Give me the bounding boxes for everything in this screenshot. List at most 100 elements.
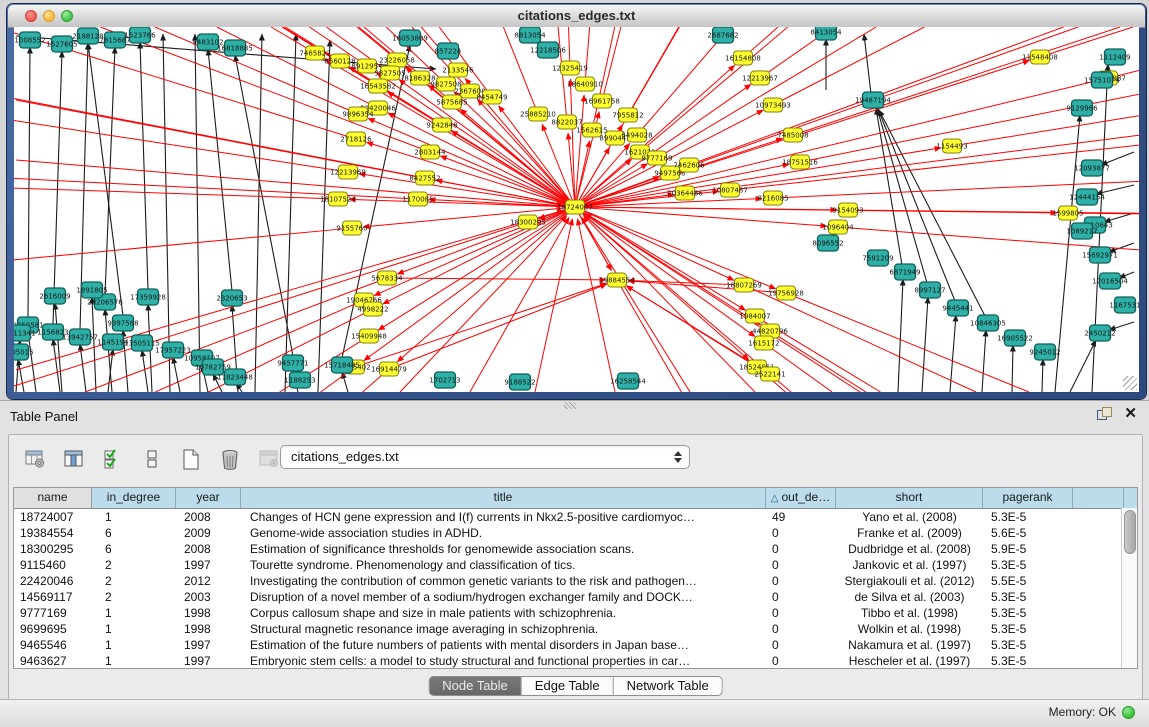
- table-cell[interactable]: 14569117: [14, 589, 92, 605]
- table-row[interactable]: 1456911722003Disruption of a novel membe…: [14, 589, 1137, 605]
- table-cell[interactable]: 6: [92, 525, 176, 541]
- table-cell[interactable]: 5.3E-5: [983, 653, 1073, 669]
- table-cell[interactable]: Disruption of a novel member of a sodium…: [241, 589, 766, 605]
- table-cell[interactable]: 22420046: [14, 573, 92, 589]
- table-cell[interactable]: 2012: [176, 573, 241, 589]
- table-cell[interactable]: 5.3E-5: [983, 637, 1073, 653]
- row-height-button[interactable]: [140, 446, 164, 472]
- table-cell[interactable]: 49: [766, 509, 836, 525]
- close-panel-button[interactable]: ✕: [1124, 407, 1137, 420]
- table-cell[interactable]: 1: [92, 637, 176, 653]
- split-handle[interactable]: [564, 402, 576, 409]
- table-row[interactable]: 977716911998Corpus callosum shape and si…: [14, 605, 1137, 621]
- table-cell[interactable]: Stergiakouli et al. (2012): [836, 573, 983, 589]
- table-cell[interactable]: 1997: [176, 557, 241, 573]
- table-cell[interactable]: 9699695: [14, 621, 92, 637]
- table-row[interactable]: 946554611997Estimation of the future num…: [14, 637, 1137, 653]
- table-cell[interactable]: Investigating the contribution of common…: [241, 573, 766, 589]
- graph-canvas[interactable]: 1872400774658228560128891295423226058982…: [14, 27, 1139, 392]
- table-cell[interactable]: 2008: [176, 541, 241, 557]
- table-cell[interactable]: 5.3E-5: [983, 589, 1073, 605]
- table-cell[interactable]: 5.3E-5: [983, 509, 1073, 525]
- table-cell[interactable]: 0: [766, 525, 836, 541]
- table-cell[interactable]: 5.5E-5: [983, 573, 1073, 589]
- memory-indicator[interactable]: Memory: OK: [1049, 705, 1135, 719]
- delete-rows-button[interactable]: [218, 446, 242, 472]
- table-cell[interactable]: 9465546: [14, 637, 92, 653]
- table-cell[interactable]: 0: [766, 541, 836, 557]
- table-cell[interactable]: Structural magnetic resonance image aver…: [241, 621, 766, 637]
- table-select[interactable]: citations_edges.txt: [280, 445, 690, 469]
- table-cell[interactable]: 1998: [176, 621, 241, 637]
- table-cell[interactable]: 9463627: [14, 653, 92, 669]
- table-row[interactable]: 946362711997Embryonic stem cells: a mode…: [14, 653, 1137, 669]
- table-cell[interactable]: Hescheler et al. (1997): [836, 653, 983, 669]
- new-table-button[interactable]: [179, 446, 203, 472]
- column-header-in_degree[interactable]: in_degree: [92, 488, 176, 508]
- table-cell[interactable]: 0: [766, 573, 836, 589]
- table-cell[interactable]: Changes of HCN gene expression and I(f) …: [241, 509, 766, 525]
- column-header-name[interactable]: name: [14, 488, 92, 508]
- table-cell[interactable]: Nakamura et al. (1997): [836, 637, 983, 653]
- column-header-title[interactable]: title: [241, 488, 766, 508]
- table-cell[interactable]: 1997: [176, 637, 241, 653]
- table-cell[interactable]: 0: [766, 557, 836, 573]
- float-panel-button[interactable]: [1097, 407, 1112, 420]
- vertical-scrollbar[interactable]: [1121, 508, 1137, 668]
- window-resize-grip[interactable]: [1123, 376, 1137, 390]
- column-header-out_de…[interactable]: △out_de…: [766, 488, 836, 508]
- table-cell[interactable]: de Silva et al. (2003): [836, 589, 983, 605]
- table-cell[interactable]: Estimation of significance thresholds fo…: [241, 541, 766, 557]
- network-window[interactable]: citations_edges.txt 18724007746582285601…: [7, 4, 1146, 399]
- table-cell[interactable]: Wolkin et al. (1998): [836, 621, 983, 637]
- table-cell[interactable]: 0: [766, 589, 836, 605]
- table-cell[interactable]: 2: [92, 557, 176, 573]
- table-cell[interactable]: 1998: [176, 605, 241, 621]
- window-titlebar[interactable]: citations_edges.txt: [8, 5, 1145, 28]
- table-cell[interactable]: 5.9E-5: [983, 541, 1073, 557]
- tab-edge-table[interactable]: Edge Table: [522, 676, 614, 696]
- table-cell[interactable]: 1: [92, 653, 176, 669]
- column-header-short[interactable]: short: [836, 488, 983, 508]
- table-cell[interactable]: Jankovic et al. (1997): [836, 557, 983, 573]
- table-settings-button[interactable]: [23, 446, 47, 472]
- table-cell[interactable]: Yano et al. (2008): [836, 509, 983, 525]
- table-cell[interactable]: 9777169: [14, 605, 92, 621]
- table-cell[interactable]: 18300295: [14, 541, 92, 557]
- tab-node-table[interactable]: Node Table: [428, 676, 522, 696]
- table-row[interactable]: 1938455462009Genome-wide association stu…: [14, 525, 1137, 541]
- table-cell[interactable]: Embryonic stem cells: a model to study s…: [241, 653, 766, 669]
- column-header-year[interactable]: year: [176, 488, 241, 508]
- delete-table-button[interactable]: [257, 446, 281, 472]
- table-cell[interactable]: 2003: [176, 589, 241, 605]
- table-cell[interactable]: 5.6E-5: [983, 525, 1073, 541]
- table-cell[interactable]: 0: [766, 637, 836, 653]
- table-cell[interactable]: 0: [766, 605, 836, 621]
- table-cell[interactable]: Franke et al. (2009): [836, 525, 983, 541]
- table-row[interactable]: 2242004622012Investigating the contribut…: [14, 573, 1137, 589]
- table-row[interactable]: 911546021997Tourette syndrome. Phenomeno…: [14, 557, 1137, 573]
- table-cell[interactable]: Tibbo et al. (1998): [836, 605, 983, 621]
- table-cell[interactable]: 1: [92, 509, 176, 525]
- table-cell[interactable]: 1997: [176, 653, 241, 669]
- select-columns-button[interactable]: [101, 446, 125, 472]
- table-cell[interactable]: Estimation of the future numbers of pati…: [241, 637, 766, 653]
- table-cell[interactable]: 1: [92, 605, 176, 621]
- table-cell[interactable]: 5.3E-5: [983, 621, 1073, 637]
- table-cell[interactable]: 1: [92, 621, 176, 637]
- table-cell[interactable]: 2008: [176, 509, 241, 525]
- column-header-pagerank[interactable]: pagerank: [983, 488, 1073, 508]
- tab-network-table[interactable]: Network Table: [614, 676, 723, 696]
- table-row[interactable]: 1830029562008Estimation of significance …: [14, 541, 1137, 557]
- table-cell[interactable]: 0: [766, 653, 836, 669]
- show-columns-button[interactable]: [62, 446, 86, 472]
- table-cell[interactable]: 9115460: [14, 557, 92, 573]
- table-cell[interactable]: 2009: [176, 525, 241, 541]
- table-cell[interactable]: Tourette syndrome. Phenomenology and cla…: [241, 557, 766, 573]
- scrollbar-thumb[interactable]: [1124, 510, 1136, 554]
- table-cell[interactable]: 5.3E-5: [983, 557, 1073, 573]
- table-cell[interactable]: 18724007: [14, 509, 92, 525]
- table-cell[interactable]: Dudbridge et al. (2008): [836, 541, 983, 557]
- table-cell[interactable]: 0: [766, 621, 836, 637]
- table-cell[interactable]: 2: [92, 573, 176, 589]
